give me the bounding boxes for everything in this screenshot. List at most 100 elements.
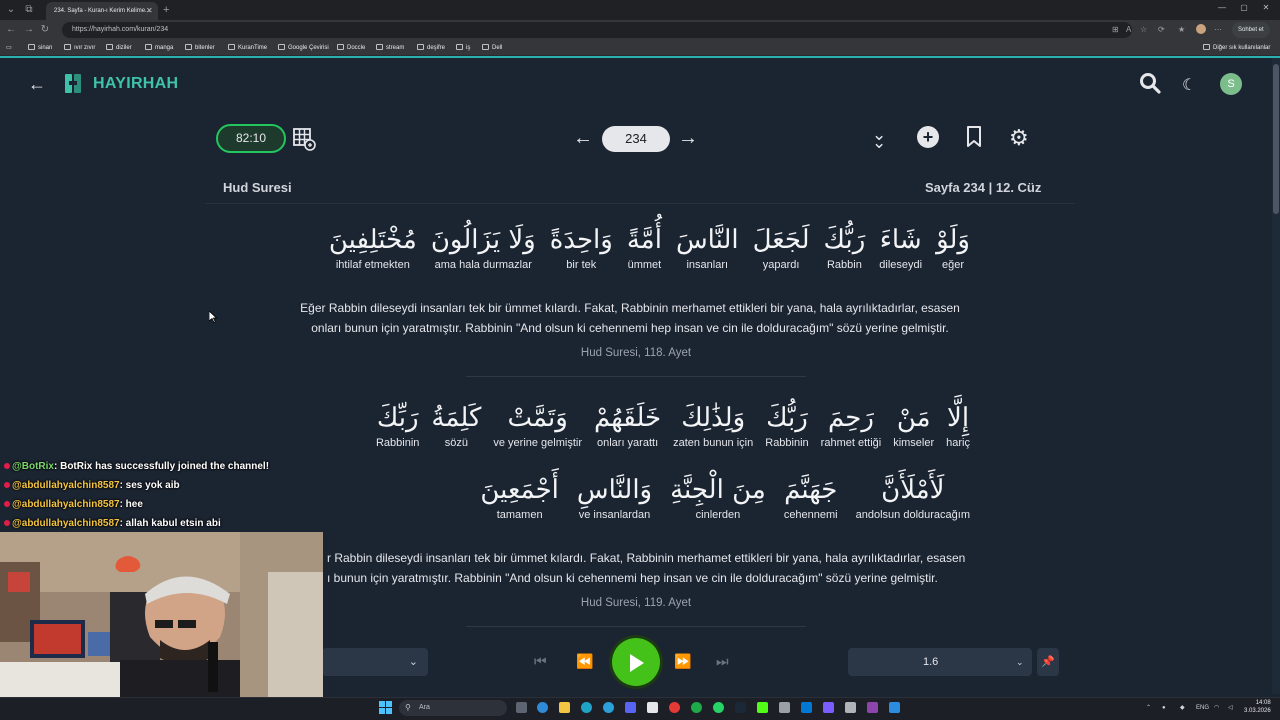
playback-speed-select[interactable] (848, 648, 1032, 676)
copilot-chat-button[interactable]: Sohbet et (1232, 22, 1270, 38)
read-aloud-icon[interactable]: A (1126, 23, 1131, 37)
workspaces-icon[interactable]: ⧉ (22, 3, 36, 17)
browser-forward-icon[interactable]: → (22, 23, 36, 37)
bookmark-item[interactable]: deşifre (417, 42, 445, 54)
page-number-input[interactable]: 234 (602, 126, 670, 152)
extensions-icon[interactable]: ⟳ (1158, 23, 1165, 37)
reciter-select[interactable]: ⌄ (322, 648, 428, 676)
volume-icon[interactable]: ◁ (1228, 700, 1233, 716)
bookmark-item[interactable]: KuranTime (228, 42, 267, 54)
tab-list-icon[interactable]: ⌄ (4, 3, 18, 17)
bookmark-item[interactable]: diziler (106, 42, 132, 54)
word[interactable]: رَبِّكَ Rabbinin (376, 400, 419, 450)
word[interactable]: مَنْ kimseler (893, 400, 934, 450)
word[interactable]: كَلِمَةُ sözü (431, 400, 481, 450)
browser-menu-icon[interactable]: ⋯ (1214, 23, 1222, 37)
word[interactable]: إِلَّا hariç (946, 400, 970, 450)
app-icon[interactable] (647, 702, 658, 713)
word[interactable]: شَاءَ dileseydi (879, 222, 922, 272)
moon-icon[interactable]: ☾ (1182, 75, 1196, 95)
file-explorer-icon[interactable] (559, 702, 570, 713)
next-page-arrow-icon[interactable]: → (678, 127, 698, 150)
word[interactable]: وَلِذَٰلِكَ zaten bunun için (673, 400, 753, 450)
bookmarks-apps-icon[interactable]: ▭ (6, 42, 12, 54)
word[interactable]: مُخْتَلِفِينَ ihtilaf etmekten (329, 222, 417, 272)
rewind-icon[interactable]: ⏪ (576, 653, 593, 670)
search-icon[interactable] (1139, 72, 1161, 94)
system-clock[interactable]: 14:08 3.03.2026 (1244, 699, 1271, 715)
browser-back-icon[interactable]: ← (4, 23, 18, 37)
bookmark-item[interactable]: ıvır zıvır (64, 42, 95, 54)
verse-reference[interactable]: Hud Suresi, 119. Ayet (440, 597, 832, 609)
word[interactable]: النَّاسَ insanları (676, 222, 739, 272)
new-tab-icon[interactable]: + (163, 2, 169, 18)
bookmark-item[interactable]: Google Çevirisi (278, 42, 329, 54)
prev-page-arrow-icon[interactable]: ← (573, 127, 593, 150)
telegram-icon[interactable] (603, 702, 614, 713)
app-icon[interactable] (823, 702, 834, 713)
pin-icon[interactable]: 📌 (1037, 648, 1059, 676)
brand-name[interactable]: HAYIRHAH (93, 75, 178, 93)
word[interactable]: لَجَعَلَ yapardı (753, 222, 810, 272)
tab-close-icon[interactable]: ✕ (146, 2, 153, 20)
word[interactable]: رَبُّكَ Rabbin (824, 222, 866, 272)
other-bookmarks[interactable]: Diğer sık kullanılanlar (1203, 42, 1270, 54)
tray-app-icon[interactable]: ● (1162, 700, 1166, 716)
skip-end-icon[interactable]: ⏭ (716, 653, 729, 670)
whatsapp-icon[interactable] (713, 702, 724, 713)
favorite-star-icon[interactable]: ☆ (1140, 23, 1147, 37)
app-icon[interactable] (889, 702, 900, 713)
add-circle-icon[interactable]: + (917, 126, 939, 148)
tray-app-icon[interactable]: ◆ (1180, 700, 1185, 716)
timer-badge[interactable]: 82:10 (216, 124, 286, 153)
task-view-icon[interactable] (516, 702, 527, 713)
word[interactable]: وَتَمَّتْ ve yerine gelmiştir (493, 400, 582, 450)
vscode-icon[interactable] (801, 702, 812, 713)
word[interactable]: خَلَقَهُمْ onları yarattı (594, 400, 661, 450)
kick-icon[interactable] (757, 702, 768, 713)
browser-tab-active[interactable]: 234. Sayfa - Kuran-ı Kerim Kelime... (46, 2, 158, 20)
app-icon[interactable] (845, 702, 856, 713)
bookmark-item[interactable]: manga (145, 42, 173, 54)
bookmark-item[interactable]: bitenler (185, 42, 215, 54)
word[interactable]: رَحِمَ rahmet ettiği (821, 400, 882, 450)
steam-icon[interactable] (735, 702, 746, 713)
browser-profile-avatar[interactable] (1196, 24, 1206, 34)
table-calculator-icon[interactable] (292, 127, 316, 151)
word[interactable]: أَجْمَعِينَ tamamen (480, 472, 559, 522)
scrollbar-thumb[interactable] (1273, 64, 1279, 214)
logo-icon[interactable] (64, 73, 82, 94)
word[interactable]: وَالنَّاسِ ve insanlardan (577, 472, 652, 522)
word[interactable]: وَلَا يَزَالُونَ ama hala durmazlar (431, 222, 536, 272)
minimize-icon[interactable]: — (1212, 3, 1232, 12)
verse-reference[interactable]: Hud Suresi, 118. Ayet (440, 347, 832, 359)
language-indicator[interactable]: ENG (1196, 700, 1209, 716)
favorites-icon[interactable]: ★ (1178, 23, 1185, 37)
word[interactable]: وَلَوْ eğer (936, 222, 970, 272)
gear-icon[interactable]: ⚙ (1009, 125, 1029, 151)
windows-start-icon[interactable] (379, 701, 392, 714)
bookmark-icon[interactable] (966, 126, 982, 148)
edge-icon[interactable] (537, 702, 548, 713)
taskbar-search-input[interactable]: Ara (399, 700, 507, 716)
user-avatar[interactable]: S (1220, 73, 1242, 95)
bookmark-item[interactable]: Dell (482, 42, 502, 54)
chrome-icon[interactable] (669, 702, 680, 713)
wifi-icon[interactable]: ◠ (1214, 700, 1219, 716)
word[interactable]: أُمَّةً ümmet (627, 222, 662, 272)
word[interactable]: رَبُّكَ Rabbinin (765, 400, 808, 450)
bookmark-item[interactable]: stream (376, 42, 404, 54)
url-input[interactable]: https://hayirhah.com/kuran/234 (62, 22, 1132, 38)
browser-icon[interactable] (581, 702, 592, 713)
back-arrow-icon[interactable]: ← (28, 74, 46, 95)
fast-forward-icon[interactable]: ⏩ (674, 653, 691, 670)
maximize-icon[interactable]: ▢ (1234, 3, 1254, 12)
discord-icon[interactable] (625, 702, 636, 713)
word[interactable]: جَهَنَّمَ cehennemi (784, 472, 838, 522)
app-available-icon[interactable]: ⊞ (1112, 23, 1119, 37)
onenote-icon[interactable] (867, 702, 878, 713)
word[interactable]: لَأَمْلَأَنَّ andolsun dolduracağım (856, 472, 970, 522)
word[interactable]: مِنَ الْجِنَّةِ cinlerden (670, 472, 766, 522)
close-window-icon[interactable]: ✕ (1256, 3, 1276, 12)
skip-start-icon[interactable]: ⏮ (534, 653, 547, 670)
